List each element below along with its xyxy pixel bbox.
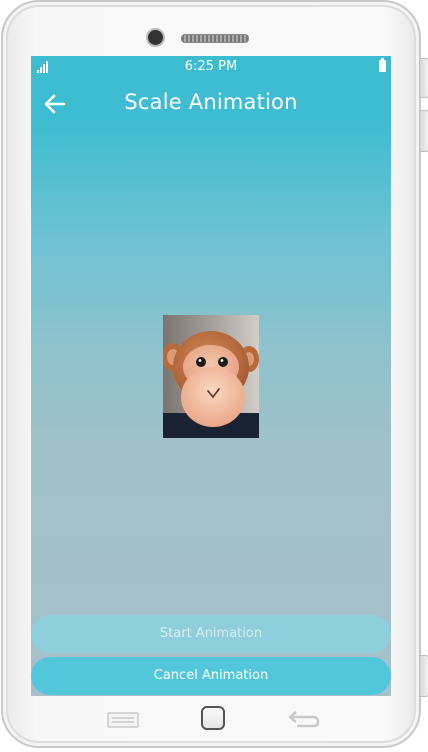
back-icon[interactable]: [287, 710, 321, 728]
front-camera: [148, 30, 163, 45]
start-animation-button[interactable]: Start Animation: [31, 615, 391, 653]
home-icon[interactable]: [201, 706, 225, 730]
system-nav-bar: [31, 696, 391, 740]
volume-down-button: [419, 110, 428, 152]
app-screen: 6:25 PM Scale Animation Start Animation …: [31, 56, 391, 696]
recent-apps-icon[interactable]: [107, 712, 139, 728]
power-button: [419, 655, 428, 697]
status-bar: 6:25 PM: [31, 56, 391, 78]
monkey-plush-photo: [163, 315, 259, 438]
battery-icon: [379, 58, 386, 72]
cancel-animation-button[interactable]: Cancel Animation: [31, 657, 391, 695]
volume-up-button: [419, 58, 428, 98]
earpiece-speaker: [181, 34, 249, 43]
app-bar: Scale Animation: [31, 78, 391, 130]
page-title: Scale Animation: [124, 90, 298, 114]
status-time: 6:25 PM: [184, 59, 238, 74]
monkey-plush-image: [163, 315, 259, 438]
